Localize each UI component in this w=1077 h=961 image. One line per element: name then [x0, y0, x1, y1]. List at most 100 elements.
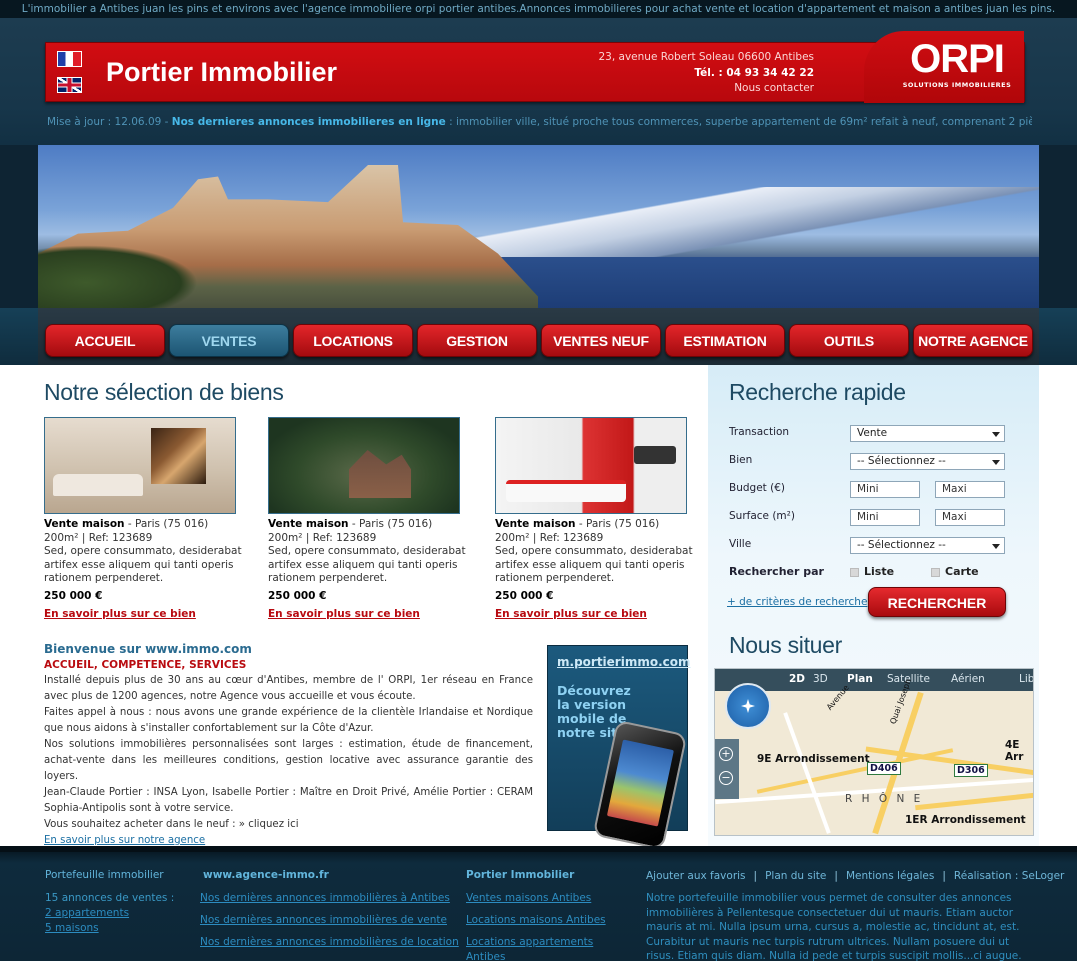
nav-inner: ACCUEIL VENTES LOCATIONS GESTION VENTES …	[38, 308, 1039, 365]
property-price: 250 000 €	[268, 589, 327, 602]
site-brand[interactable]: Portier Immobilier	[106, 57, 337, 88]
painting	[151, 428, 206, 484]
welcome-paragraph: Faites appel à nous : nous avons une gra…	[44, 707, 533, 734]
property-photo[interactable]	[495, 417, 687, 514]
footer-link[interactable]: Nos dernières annonces immobilières de v…	[200, 913, 460, 928]
footer-link[interactable]: Locations appartements Antibes	[466, 935, 636, 961]
nav-notre-agence[interactable]: NOTRE AGENCE	[913, 324, 1033, 357]
budget-min-input[interactable]: Mini	[850, 481, 920, 498]
ville-select[interactable]: -- Sélectionnez --	[850, 537, 1005, 554]
footer-link[interactable]: Nos dernières annonces immobilières à An…	[200, 891, 460, 906]
sofa	[53, 474, 143, 496]
mountains	[468, 187, 1039, 257]
footer-portfolio: Portefeuille immobilier 15 annonces de v…	[45, 868, 195, 936]
english-flag-icon[interactable]	[57, 77, 82, 93]
tv	[634, 446, 676, 464]
property-title: Vente maison - Paris (75 016)	[268, 518, 433, 530]
hero-banner	[38, 145, 1039, 308]
transaction-select[interactable]: Vente	[850, 425, 1005, 442]
mobile-url-link[interactable]: m.portierimmo.com	[557, 655, 691, 669]
quick-search-heading: Recherche rapide	[729, 379, 906, 405]
mobile-site-promo[interactable]: m.portierimmo.com Découvrez la version m…	[547, 645, 691, 851]
footer-link[interactable]: Locations maisons Antibes	[466, 913, 636, 928]
chevron-down-icon	[992, 460, 1000, 465]
header-banner: Portier Immobilier 23, avenue Robert Sol…	[45, 31, 1025, 103]
zoom-out-icon[interactable]: −	[719, 771, 733, 785]
nav-estimation[interactable]: ESTIMATION	[665, 324, 785, 357]
map-road	[915, 792, 1033, 811]
property-photo[interactable]	[44, 417, 236, 514]
footer-utility-links: Ajouter aux favoris | Plan du site | Mention…	[646, 870, 1065, 882]
property-card[interactable]: Vente maison - Paris (75 016) 200m² | Re…	[44, 417, 244, 622]
nav-accueil[interactable]: ACCUEIL	[45, 324, 165, 357]
chevron-down-icon	[992, 544, 1000, 549]
surface-label: Surface (m²)	[729, 510, 795, 522]
sitemap-link[interactable]: Plan du site	[765, 870, 826, 882]
nav-outils[interactable]: OUTILS	[789, 324, 909, 357]
surface-min-input[interactable]: Mini	[850, 509, 920, 526]
search-button[interactable]: RECHERCHER	[868, 587, 1006, 617]
map-zoom-bar: + −	[715, 739, 739, 799]
bien-select[interactable]: -- Sélectionnez --	[850, 453, 1005, 470]
right-gutter	[1039, 365, 1077, 846]
zoom-in-icon[interactable]: +	[719, 747, 733, 761]
list-checkbox[interactable]	[850, 568, 859, 577]
road-shield-d306: D306	[954, 764, 988, 777]
property-meta: 200m² | Ref: 123689	[495, 531, 604, 544]
list-option-label[interactable]: Liste	[864, 565, 894, 578]
budget-label: Budget (€)	[729, 482, 785, 494]
footer-portier-title: Portier Immobilier	[466, 869, 575, 881]
update-heading: Nos dernieres annonces immobilieres en l…	[171, 116, 446, 128]
map-label-rhone: R H Ô N E	[845, 793, 924, 805]
property-more-link[interactable]: En savoir plus sur ce bien	[495, 608, 695, 622]
credits-link[interactable]: Réalisation : SeLoger	[954, 870, 1064, 882]
property-description: Sed, opere consummato, desiderabat artif…	[44, 545, 242, 584]
map-tab-plan[interactable]: Plan	[847, 673, 873, 685]
location-map[interactable]: 2D 3D Plan Satellite Aérien Lib 9E Arron…	[714, 668, 1034, 836]
property-card[interactable]: Vente maison - Paris (75 016) 200m² | Re…	[495, 417, 695, 622]
nav-ventes-neuf[interactable]: VENTES NEUF	[541, 324, 661, 357]
footer-houses-link[interactable]: 5 maisons	[45, 921, 195, 936]
map-tab-2d[interactable]: 2D	[789, 673, 805, 685]
welcome-paragraph: Installé depuis plus de 30 ans au cœur d…	[44, 675, 533, 702]
map-option-label[interactable]: Carte	[945, 565, 979, 578]
nav-ventes[interactable]: VENTES	[169, 324, 289, 357]
orpi-logo[interactable]: ORPI SOLUTIONS IMMOBILIERES	[898, 37, 1016, 95]
latest-listings-ticker[interactable]: Mise à jour : 12.06.09 - Nos dernieres a…	[47, 116, 1032, 128]
map-pan-control-icon[interactable]	[725, 683, 771, 729]
property-meta: 200m² | Ref: 123689	[268, 531, 377, 544]
phone-screen	[606, 739, 674, 827]
footer-agency-title: www.agence-immo.fr	[203, 869, 329, 881]
surface-max-input[interactable]: Maxi	[935, 509, 1005, 526]
add-favorites-link[interactable]: Ajouter aux favoris	[646, 870, 746, 882]
search-by-label: Rechercher par	[729, 565, 824, 578]
footer-link[interactable]: Nos dernières annonces immobilières de l…	[200, 935, 460, 950]
welcome-paragraph[interactable]: Vous souhaitez acheter dans le neuf : » …	[44, 817, 533, 833]
map-tab-aerien[interactable]: Aérien	[951, 673, 985, 685]
map-label-4e: 4E Arr	[1005, 739, 1024, 763]
footer-apartments-link[interactable]: 2 appartements	[45, 906, 195, 921]
property-more-link[interactable]: En savoir plus sur ce bien	[268, 608, 468, 622]
nav-gestion[interactable]: GESTION	[417, 324, 537, 357]
property-price: 250 000 €	[495, 589, 554, 602]
nav-locations[interactable]: LOCATIONS	[293, 324, 413, 357]
update-text: : immobilier ville, situé proche tous co…	[449, 116, 1032, 128]
property-more-link[interactable]: En savoir plus sur ce bien	[44, 608, 244, 622]
french-flag-icon[interactable]	[57, 51, 82, 67]
contact-link[interactable]: Nous contacter	[599, 81, 814, 97]
agency-more-link[interactable]: En savoir plus sur notre agence	[44, 835, 205, 846]
map-tab-lib[interactable]: Lib	[1019, 673, 1033, 685]
map-tab-3d[interactable]: 3D	[813, 673, 828, 685]
property-description: Sed, opere consummato, desiderabat artif…	[268, 545, 466, 584]
footer-link[interactable]: Ventes maisons Antibes	[466, 891, 636, 906]
main-content: Notre sélection de biens Vente maison - …	[0, 365, 1077, 851]
map-checkbox[interactable]	[931, 568, 940, 577]
road-shield-d406: D406	[867, 762, 901, 775]
legal-link[interactable]: Mentions légales	[846, 870, 934, 882]
property-photo[interactable]	[268, 417, 460, 514]
budget-max-input[interactable]: Maxi	[935, 481, 1005, 498]
top-ticker: L'immobilier a Antibes juan les pins et …	[0, 0, 1077, 18]
property-card[interactable]: Vente maison - Paris (75 016) 200m² | Re…	[268, 417, 468, 622]
welcome-paragraph: Nos solutions immobilières personnalisée…	[44, 739, 533, 782]
more-criteria-link[interactable]: + de critères de recherche	[727, 596, 867, 608]
